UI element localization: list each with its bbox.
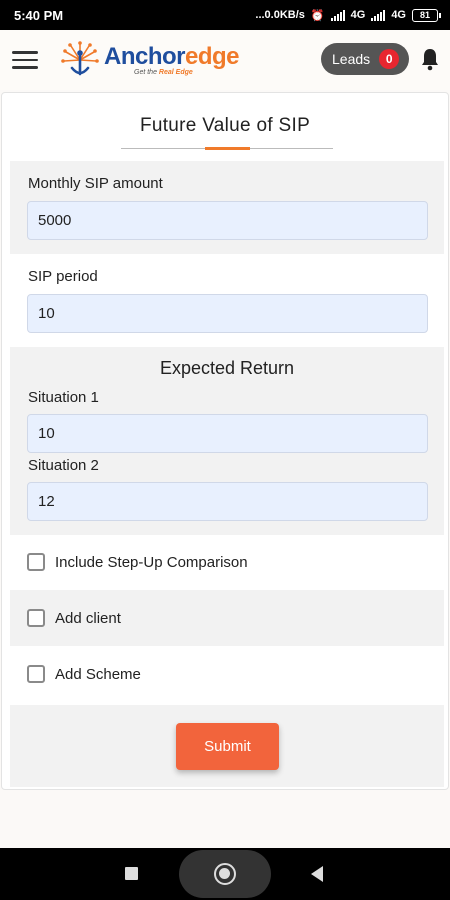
system-nav-bar	[0, 848, 450, 900]
add-client-checkbox-row[interactable]: Add client	[10, 590, 444, 646]
step-up-checkbox[interactable]	[27, 553, 45, 571]
logo-name-part-2: edge	[185, 42, 240, 70]
alarm-icon: ⏰	[310, 9, 325, 22]
monthly-sip-input[interactable]	[27, 201, 428, 240]
add-client-checkbox[interactable]	[27, 609, 45, 627]
step-up-label: Include Step-Up Comparison	[55, 553, 248, 571]
monthly-sip-label: Monthly SIP amount	[28, 175, 163, 192]
add-scheme-checkbox[interactable]	[27, 665, 45, 683]
network-1-label: 4G	[350, 9, 366, 21]
situation-2-label: Situation 2	[28, 457, 99, 474]
back-icon[interactable]	[311, 866, 323, 882]
battery-icon: 81	[412, 8, 441, 22]
sip-period-input[interactable]	[27, 294, 428, 333]
add-client-label: Add client	[55, 609, 121, 627]
monthly-sip-section: Monthly SIP amount	[10, 161, 444, 254]
add-scheme-checkbox-row[interactable]: Add Scheme	[10, 646, 444, 702]
logo-tagline-1: Get the	[134, 68, 157, 76]
menu-icon[interactable]	[12, 51, 38, 69]
anchoredge-logo: Anchoredge Get the Real Edge	[60, 40, 240, 80]
leads-count-badge: 0	[379, 49, 400, 69]
add-scheme-label: Add Scheme	[55, 665, 141, 683]
recents-icon[interactable]	[125, 867, 138, 880]
leads-button[interactable]: Leads 0	[321, 43, 409, 75]
status-icons: ...0.0KB/s ⏰ 4G 4G 81	[255, 8, 441, 22]
sip-period-section: SIP period	[10, 254, 444, 346]
expected-return-section: Expected Return Situation 1 Situation 2	[10, 347, 444, 535]
situation-1-label: Situation 1	[28, 389, 99, 406]
app-header: Anchoredge Get the Real Edge Leads 0	[0, 30, 450, 90]
network-2-label: 4G	[391, 9, 406, 21]
expected-return-title: Expected Return	[159, 358, 295, 378]
status-bar: 5:40 PM ...0.0KB/s ⏰ 4G 4G 81	[0, 0, 450, 30]
submit-button[interactable]: Submit	[176, 723, 279, 770]
net-speed: ...0.0KB/s	[255, 9, 305, 21]
status-time: 5:40 PM	[14, 7, 64, 23]
sip-period-label: SIP period	[28, 268, 98, 285]
sip-form-card: Future Value of SIP Monthly SIP amount S…	[1, 92, 449, 790]
logo-name-part-1: Anchor	[104, 42, 186, 70]
logo-tagline-2: Real Edge	[158, 68, 193, 76]
signal-2-icon	[371, 9, 386, 21]
title-accent	[205, 147, 250, 150]
step-up-checkbox-row[interactable]: Include Step-Up Comparison	[10, 534, 444, 590]
signal-1-icon	[330, 9, 345, 21]
home-icon[interactable]	[214, 863, 236, 885]
notification-bell-icon[interactable]	[420, 47, 440, 71]
leads-label: Leads	[332, 51, 371, 67]
logo-mark-icon	[61, 41, 99, 76]
page-title: Future Value of SIP	[139, 115, 311, 136]
situation-1-input[interactable]	[27, 414, 428, 453]
situation-2-input[interactable]	[27, 482, 428, 521]
